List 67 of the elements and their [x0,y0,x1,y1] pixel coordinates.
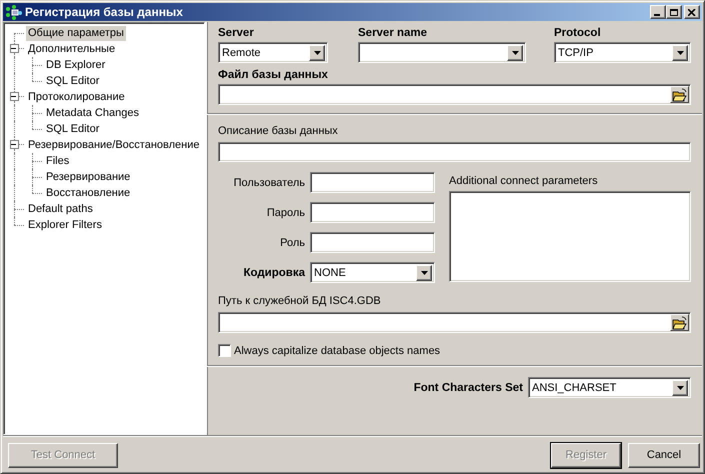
dropdown-button[interactable] [507,44,523,60]
database-file-field[interactable] [218,84,691,105]
password-field[interactable] [310,202,435,223]
collapse-toggle[interactable] [10,140,19,149]
tree-item[interactable]: Дополнительные [26,42,118,56]
close-icon [688,8,696,16]
app-icon [5,4,22,20]
server-name-dropdown[interactable] [358,42,526,63]
folder-icon [672,88,687,102]
collapse-toggle[interactable] [10,92,19,101]
checkbox-label[interactable]: Always capitalize database objects names [234,344,440,356]
user-field[interactable] [310,172,435,193]
tree-item[interactable]: Резервирование [44,170,132,184]
dropdown-button[interactable] [309,44,325,60]
tree-item[interactable]: Explorer Filters [26,218,104,232]
parameters-textarea[interactable] [449,191,691,282]
close-button[interactable] [684,5,700,19]
field-label: Путь к служебной БД ISC4.GDB [218,295,382,307]
folder-icon [672,316,687,330]
tree-item[interactable]: Протоколирование [26,90,127,104]
server-dropdown[interactable]: Remote [218,42,328,63]
field-label: Файл базы данных [218,69,329,81]
caret-icon [676,386,684,390]
role-field[interactable] [310,232,435,253]
dropdown-button[interactable] [672,44,688,60]
field-label: Описание базы данных [218,125,339,137]
field-label: Server [218,27,255,39]
description-field[interactable] [218,142,691,162]
caret-icon [420,270,428,274]
maximize-icon [670,8,678,16]
collapse-toggle[interactable] [10,44,19,53]
font-charset-dropdown[interactable]: ANSI_CHARSET [528,377,691,398]
field-label: Protocol [554,27,602,39]
window-title: Регистрация базы данных [25,5,184,19]
field-label: Пароль [266,206,305,218]
tree-item[interactable]: Default paths [26,202,95,216]
protocol-dropdown[interactable]: TCP/IP [554,42,691,63]
tree-item[interactable]: SQL Editor [44,74,102,88]
tree-item[interactable]: Восстановление [44,186,132,200]
charset-dropdown[interactable]: NONE [310,262,435,283]
maximize-button[interactable] [666,5,682,19]
field-label: Кодировка [242,266,305,278]
field-label: Роль [279,236,305,248]
field-label: Font Characters Set [414,382,523,394]
field-label: Пользователь [232,176,305,188]
isc4-path-field[interactable] [218,312,691,333]
caret-icon [314,50,320,54]
tree-item[interactable]: Общие параметры [26,26,126,40]
dropdown-button[interactable] [672,380,688,396]
minus-icon [11,45,18,52]
field-label: Additional connect parameters [449,175,599,187]
tree-item[interactable]: SQL Editor [44,122,102,136]
browse-button[interactable] [670,86,689,103]
minimize-button[interactable] [650,5,666,19]
tree-item[interactable]: Metadata Changes [44,106,141,120]
caret-icon [512,50,518,54]
tree-item[interactable]: DB Explorer [44,58,108,72]
tree-item[interactable]: Резервирование/Восстановление [26,138,202,152]
field-label: Server name [358,27,428,39]
caret-icon [676,50,684,54]
tree-item[interactable]: Files [44,154,72,168]
browse-button[interactable] [670,314,689,331]
minus-icon [11,141,18,148]
minus-icon [11,93,18,100]
dialog-button[interactable]: Cancel [628,442,700,468]
checkbox[interactable] [218,344,231,357]
dropdown-button[interactable] [416,264,432,280]
